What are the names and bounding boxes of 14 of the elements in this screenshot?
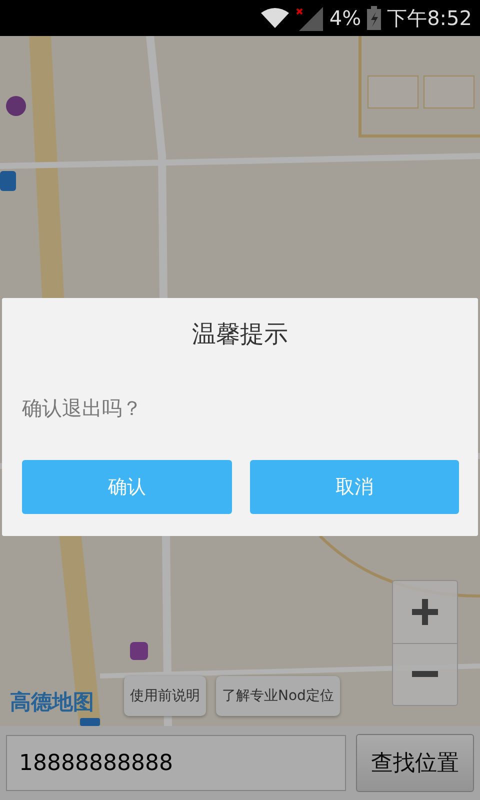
map-logo: 高德地图 <box>10 689 94 716</box>
clock: 下午8:52 <box>387 4 472 32</box>
plus-icon <box>410 596 440 627</box>
hint-button[interactable]: 了解专业Nod定位 <box>216 676 340 716</box>
wifi-icon <box>261 7 290 29</box>
phone-input-field[interactable]: 18888888888 <box>6 735 346 791</box>
battery-icon <box>367 6 382 30</box>
minus-icon <box>410 670 440 678</box>
hint-button[interactable]: 使用前说明 <box>124 676 206 716</box>
dialog-message: 确认退出吗？ <box>21 394 143 422</box>
battery-percent: 4% <box>329 6 362 30</box>
signal-icon <box>295 5 324 31</box>
find-location-button[interactable]: 查找位置 <box>356 734 474 792</box>
dialog-title: 温馨提示 <box>191 319 289 350</box>
